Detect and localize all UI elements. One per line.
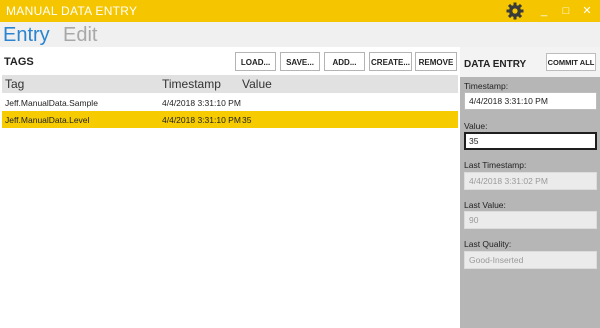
cell-tag: Jeff.ManualData.Sample (5, 98, 98, 108)
cell-value: 35 (242, 115, 252, 125)
close-button[interactable]: ✕ (574, 0, 600, 22)
tab-bar: Entry Edit (0, 22, 600, 47)
timestamp-label: Timestamp: (464, 81, 509, 91)
tags-title: TAGS (4, 56, 34, 68)
value-input[interactable] (464, 132, 597, 150)
last-timestamp-label: Last Timestamp: (464, 160, 527, 170)
commit-all-button[interactable]: COMMIT ALL (546, 53, 596, 71)
title-bar: MANUAL DATA ENTRY _ □ ✕ (0, 0, 600, 22)
table-row-selected[interactable]: Jeff.ManualData.Level 4/4/2018 3:31:10 P… (2, 111, 458, 128)
app-title: MANUAL DATA ENTRY (6, 4, 138, 18)
last-value-label: Last Value: (464, 200, 506, 210)
timestamp-input[interactable] (464, 92, 597, 110)
tab-edit[interactable]: Edit (63, 23, 97, 47)
column-header-value[interactable]: Value (242, 77, 272, 91)
add-button[interactable]: ADD... (324, 52, 365, 71)
last-quality-label: Last Quality: (464, 239, 512, 249)
create-button[interactable]: CREATE... (369, 52, 412, 71)
save-button[interactable]: SAVE... (280, 52, 320, 71)
last-timestamp-field: 4/4/2018 3:31:02 PM (464, 172, 597, 190)
last-value-field: 90 (464, 211, 597, 229)
cell-timestamp: 4/4/2018 3:31:10 PM (162, 115, 241, 125)
value-label: Value: (464, 121, 488, 131)
remove-button[interactable]: REMOVE (415, 52, 457, 71)
tab-entry[interactable]: Entry (3, 23, 50, 47)
column-header-timestamp[interactable]: Timestamp (162, 77, 221, 91)
data-entry-title: DATA ENTRY (464, 59, 527, 70)
column-header-tag[interactable]: Tag (5, 77, 24, 91)
table-row[interactable]: Jeff.ManualData.Sample 4/4/2018 3:31:10 … (2, 94, 458, 111)
table-header: Tag Timestamp Value (2, 75, 458, 93)
data-entry-header: DATA ENTRY COMMIT ALL (460, 47, 600, 77)
load-button[interactable]: LOAD... (235, 52, 276, 71)
last-quality-field: Good-Inserted (464, 251, 597, 269)
tags-panel: TAGS LOAD... SAVE... ADD... CREATE... RE… (0, 47, 460, 328)
data-entry-panel: DATA ENTRY COMMIT ALL Timestamp: Value: … (460, 47, 600, 328)
gear-icon[interactable] (505, 1, 525, 21)
cell-tag: Jeff.ManualData.Level (5, 115, 90, 125)
cell-timestamp: 4/4/2018 3:31:10 PM (162, 98, 241, 108)
